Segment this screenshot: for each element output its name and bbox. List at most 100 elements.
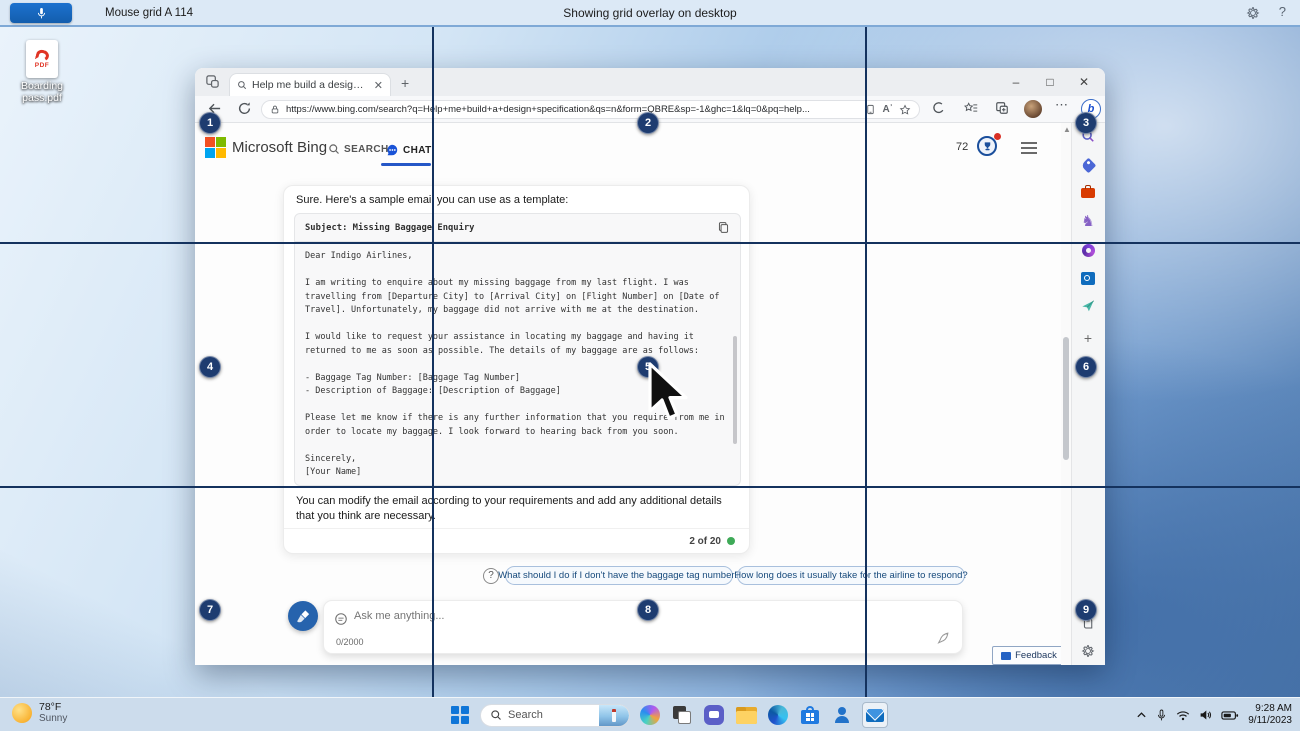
favorites-icon[interactable] (964, 101, 978, 115)
grid-status: Showing grid overlay on desktop (0, 6, 1300, 20)
taskbar-center: Search (448, 702, 888, 728)
sidebar-tools-icon[interactable] (1079, 184, 1097, 202)
add-favorites-icon[interactable] (899, 104, 911, 116)
search-highlight-image (599, 704, 629, 727)
feedback-flag-icon (1001, 652, 1011, 660)
grid-vline-1 (432, 27, 434, 697)
char-counter: 0/2000 (336, 637, 364, 647)
lock-icon[interactable] (270, 104, 280, 115)
search-icon (328, 143, 340, 155)
maximize-button[interactable]: □ (1033, 69, 1067, 95)
people-button[interactable] (830, 703, 854, 727)
tab-search-icon (237, 80, 247, 90)
grid-number-8[interactable]: 8 (637, 599, 659, 621)
chip-label: How long does it usually take for the ai… (734, 570, 967, 581)
code-scrollbar[interactable] (733, 336, 737, 444)
send-icon[interactable] (936, 631, 950, 645)
refresh-icon[interactable] (237, 101, 252, 116)
tab-search[interactable]: SEARCH (328, 143, 389, 155)
volume-icon[interactable] (1199, 709, 1212, 721)
browser-essentials-icon[interactable] (931, 101, 945, 115)
menu-icon[interactable] (1021, 142, 1037, 154)
minimize-button[interactable]: – (999, 69, 1033, 95)
mail-icon (866, 709, 884, 722)
tray-chevron-up-icon[interactable] (1136, 711, 1147, 719)
send-to-device-icon[interactable] (865, 104, 876, 115)
wifi-icon[interactable] (1176, 710, 1190, 721)
page-scrollbar-thumb[interactable] (1063, 337, 1069, 460)
ask-input[interactable] (354, 610, 654, 622)
copy-icon[interactable] (717, 221, 730, 234)
task-view-icon (673, 706, 691, 724)
suggestion-chip-1[interactable]: What should I do if I don't have the bag… (505, 566, 733, 585)
address-bar[interactable]: https://www.bing.com/search?q=Help+me+bu… (261, 100, 920, 119)
rewards-icon[interactable] (977, 136, 997, 156)
weather-condition: Sunny (39, 713, 67, 724)
grid-number-2[interactable]: 2 (637, 112, 659, 134)
edge-button[interactable] (766, 703, 790, 727)
chat-tab-label: CHAT (403, 145, 432, 156)
scroll-up-icon[interactable]: ▲ (1063, 125, 1071, 134)
system-tray: 9:28 AM 9/11/2023 (1136, 698, 1292, 731)
window-controls: – □ ✕ (999, 69, 1101, 95)
battery-icon[interactable] (1221, 710, 1239, 721)
task-view-button[interactable] (670, 703, 694, 727)
sidebar-paper-plane-icon[interactable] (1079, 297, 1097, 315)
tab-title: Help me build a design specifica... (252, 79, 369, 91)
mail-button-active[interactable] (862, 702, 888, 728)
store-icon (801, 706, 819, 724)
copilot-icon (640, 705, 660, 725)
feedback-button[interactable]: Feedback (992, 646, 1066, 665)
browser-tab[interactable]: Help me build a design specifica... ✕ (229, 73, 391, 96)
grid-number-1[interactable]: 1 (199, 112, 221, 134)
broom-icon (296, 609, 311, 624)
tray-mic-icon[interactable] (1156, 709, 1167, 722)
teams-chat-icon (704, 705, 724, 725)
desktop-icon-label: Boarding pass.pdf (10, 81, 74, 104)
chat-bubble-icon (385, 143, 399, 157)
question-icon: ? (483, 568, 499, 584)
sun-icon (12, 703, 32, 723)
tab-close-icon[interactable]: ✕ (374, 79, 383, 92)
new-tab-button[interactable]: + (401, 75, 409, 91)
pdf-icon: PDF (26, 40, 58, 78)
close-button[interactable]: ✕ (1067, 69, 1101, 95)
gear-icon[interactable] (1246, 6, 1260, 20)
copilot-button[interactable] (638, 703, 662, 727)
taskbar: 78°F Sunny Search (0, 697, 1300, 731)
weather-widget[interactable]: 78°F Sunny (12, 701, 67, 724)
read-aloud-icon[interactable]: Aʾ (882, 104, 893, 115)
turn-counter: 2 of 20 (689, 536, 721, 547)
taskbar-search-box[interactable]: Search (480, 704, 630, 727)
sidebar-settings-icon[interactable] (1079, 642, 1097, 660)
chat-button[interactable] (702, 703, 726, 727)
grid-number-9[interactable]: 9 (1075, 599, 1097, 621)
tab-strip: Help me build a design specifica... ✕ + … (195, 68, 1105, 96)
sidebar-outlook-icon[interactable] (1079, 269, 1097, 287)
tab-chat[interactable]: CHAT (385, 143, 432, 157)
grid-number-6[interactable]: 6 (1075, 356, 1097, 378)
mouse-cursor (644, 362, 690, 424)
desktop-icon-boarding-pass[interactable]: PDF Boarding pass.pdf (10, 40, 74, 104)
file-explorer-button[interactable] (734, 703, 758, 727)
sidebar-add-icon[interactable]: + (1079, 329, 1097, 347)
grid-number-4[interactable]: 4 (199, 356, 221, 378)
tray-date: 9/11/2023 (1248, 715, 1292, 727)
people-icon (833, 706, 851, 724)
grid-hline-2 (0, 486, 1300, 488)
grid-number-3[interactable]: 3 (1075, 112, 1097, 134)
workspaces-icon[interactable] (205, 74, 220, 89)
weather-temp: 78°F (39, 701, 67, 713)
more-menu-icon[interactable]: ⋯ (1055, 97, 1069, 113)
suggestion-chip-2[interactable]: How long does it usually take for the ai… (737, 566, 965, 585)
new-topic-button[interactable] (288, 601, 318, 631)
clock[interactable]: 9:28 AM 9/11/2023 (1248, 703, 1292, 727)
profile-avatar[interactable] (1024, 100, 1042, 118)
sidebar-games-icon[interactable]: ♞ (1079, 212, 1097, 230)
help-icon[interactable]: ? (1279, 4, 1286, 19)
start-button[interactable] (448, 703, 472, 727)
collections-icon[interactable] (995, 101, 1009, 115)
sidebar-shopping-icon[interactable] (1079, 156, 1097, 174)
store-button[interactable] (798, 703, 822, 727)
grid-number-7[interactable]: 7 (199, 599, 221, 621)
